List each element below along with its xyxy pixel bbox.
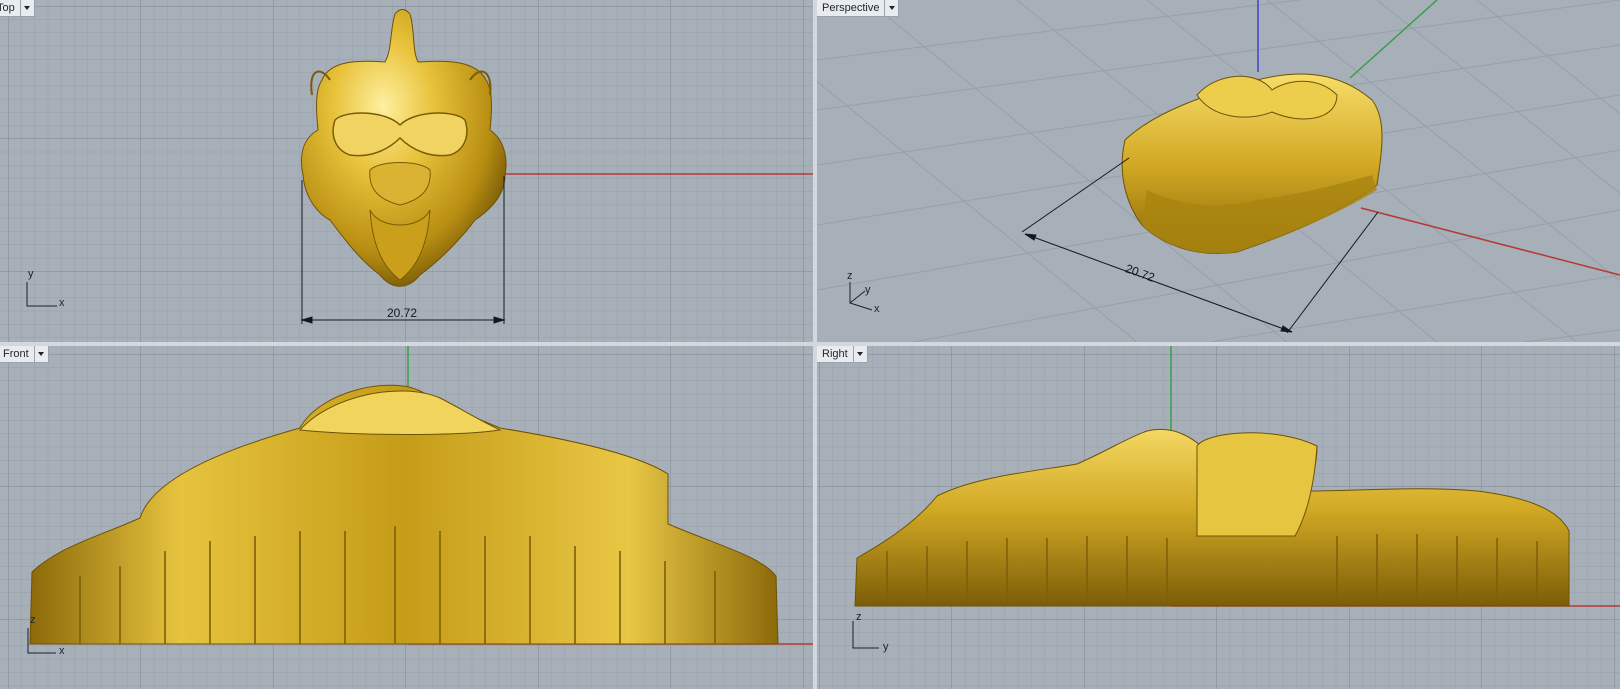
axis-label-z: z	[30, 614, 36, 626]
viewport-front[interactable]: z x Front	[0, 346, 813, 689]
top-viewport-canvas[interactable]	[0, 0, 813, 342]
viewport-right[interactable]: z y Right	[817, 346, 1620, 689]
perspective-viewport-canvas[interactable]	[817, 0, 1620, 342]
axis-label-z: z	[856, 611, 862, 623]
axis-label-z: z	[847, 270, 853, 282]
axis-label-y: y	[865, 284, 871, 296]
front-viewport-canvas[interactable]	[0, 346, 813, 689]
viewport-title: Right	[822, 348, 848, 360]
viewport-dropdown-icon[interactable]	[33, 346, 48, 362]
axis-label-y: y	[28, 268, 34, 280]
viewport-title: Front	[3, 348, 29, 360]
viewport-tab-right[interactable]: Right	[817, 346, 868, 363]
axis-label-x: x	[59, 297, 65, 309]
viewport-title: Perspective	[822, 2, 880, 14]
right-viewport-canvas[interactable]	[817, 346, 1620, 689]
viewport-title: Top	[0, 2, 15, 14]
dimension-value: 20.72	[387, 306, 418, 320]
viewport-tab-perspective[interactable]: Perspective	[817, 0, 900, 17]
viewport-top[interactable]: 20.72 y x Top	[0, 0, 813, 342]
axis-label-x: x	[874, 303, 880, 315]
viewport-tab-top[interactable]: Top	[0, 0, 35, 17]
axis-label-y: y	[883, 641, 889, 653]
viewport-perspective[interactable]: 20.72 z y x Perspective	[817, 0, 1620, 342]
viewport-dropdown-icon[interactable]	[884, 0, 898, 16]
viewport-dropdown-icon[interactable]	[852, 346, 867, 362]
viewport-tab-front[interactable]: Front	[0, 346, 49, 363]
viewport-dropdown-icon[interactable]	[19, 0, 34, 16]
axis-label-x: x	[59, 645, 65, 657]
